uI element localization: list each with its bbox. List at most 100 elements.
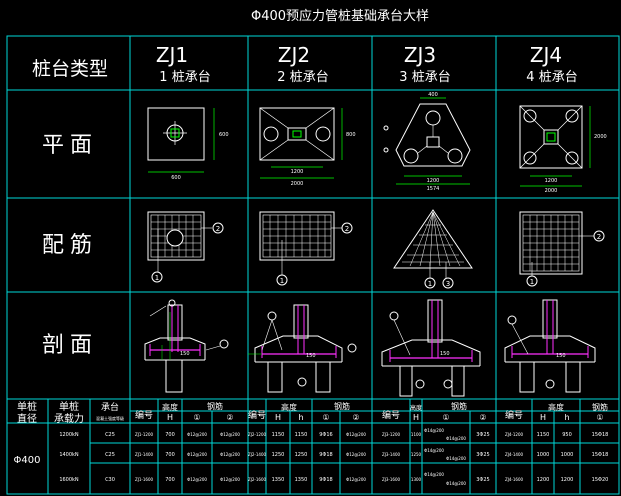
zj1-code-2: ZJ1-1400 — [135, 452, 154, 457]
zj4-h-1: 950 — [562, 432, 572, 438]
section-dim-zj4: 150 — [556, 353, 566, 359]
drawing-sheet: Φ400预应力管桩基础承台大样 桩台类型 ZJ1 1 桩承台 ZJ2 2 桩承台… — [0, 0, 621, 496]
zj1-r2-3: Φ12@200 — [220, 477, 240, 482]
zj2-H-3: 1350 — [272, 477, 285, 483]
zj2-r1-1: 9Φ16 — [319, 432, 332, 438]
dim-zj3-width: 1574 — [427, 186, 440, 192]
zj3-H-2: 1250 — [411, 452, 422, 457]
cell-capacity-2: 1400kN — [59, 452, 79, 458]
zj2-H-1: 1150 — [272, 432, 285, 438]
dim-zj1-height: 600 — [219, 132, 229, 138]
callout-1: 1 — [428, 280, 432, 288]
zj3-r1b-2: Φ14@200 — [446, 456, 466, 461]
type-desc-zj4: 4 桩承台 — [526, 70, 577, 85]
zj1-code-1: ZJ1-1200 — [135, 432, 154, 437]
hdr-h: h — [298, 413, 303, 422]
hdr-r2: ② — [352, 413, 359, 422]
zj2-h-2: 1250 — [295, 452, 308, 458]
zj1-r1-1: Φ12@200 — [187, 432, 207, 437]
zj2-code-3: ZJ2-1600 — [248, 477, 267, 482]
cell-capacity-1: 1200kN — [59, 432, 79, 438]
callout-1: 1 — [155, 274, 159, 282]
zj1-H-1: 700 — [165, 432, 175, 438]
hdr-H: H — [413, 413, 419, 422]
zj1-r1-2: Φ12@200 — [187, 452, 207, 457]
zj3-code-1: ZJ3-1200 — [382, 432, 401, 437]
cell-concrete-2: C25 — [105, 452, 115, 458]
zj4-code-1: ZJ4-1200 — [505, 432, 524, 437]
zj4-h-2: 1000 — [561, 452, 574, 458]
type-desc-zj1: 1 桩承台 — [159, 70, 210, 85]
hdr-rebar: 钢筋 — [592, 402, 608, 412]
hdr-height: 高度 — [548, 402, 564, 412]
zj3-r1-2: Φ14@200 — [424, 448, 444, 453]
zj3-r1b-1: Φ14@200 — [446, 436, 466, 441]
hdr-capacity-a: 单桩 — [59, 400, 79, 413]
zj1-r2-2: Φ12@200 — [220, 452, 240, 457]
hdr-r2: ② — [479, 413, 486, 422]
cell-concrete-3: C30 — [105, 477, 115, 483]
dim-zj2-total: 2000 — [291, 181, 304, 187]
type-code-zj4: ZJ4 — [530, 43, 562, 67]
dim-zj4-span: 1200 — [545, 178, 558, 184]
zj2-r1-2: 9Φ18 — [319, 452, 332, 458]
dim-zj3-mid: 1200 — [427, 178, 440, 184]
type-desc-zj3: 3 桩承台 — [399, 70, 450, 85]
hdr-H: H — [540, 413, 546, 422]
hdr-H: H — [275, 413, 281, 422]
dim-zj2-span: 1200 — [291, 169, 304, 175]
zj2-code-1: ZJ2-1200 — [248, 432, 267, 437]
type-code-zj1: ZJ1 — [156, 43, 188, 67]
hdr-H: H — [167, 413, 173, 422]
hdr-height: 高度 — [281, 402, 297, 412]
cell-capacity-3: 1600kN — [59, 477, 79, 483]
hdr-diameter-a: 单桩 — [17, 400, 37, 413]
zj1-code-3: ZJ1-1600 — [135, 477, 154, 482]
type-desc-zj2: 2 桩承台 — [277, 70, 328, 85]
hdr-rebar: 钢筋 — [451, 401, 467, 411]
zj3-r2-2: 3Φ25 — [476, 452, 489, 458]
section-dim-zj2: 150 — [306, 353, 316, 359]
zj2-H-2: 1250 — [272, 452, 285, 458]
hdr-r1: ① — [442, 413, 449, 422]
hdr-concrete-b: 混凝土强度等级 — [96, 415, 124, 421]
hdr-capacity-b: 承载力 — [54, 412, 84, 425]
zj4-r1-1: 15Φ18 — [592, 432, 609, 438]
callout-2: 2 — [345, 225, 349, 233]
type-code-zj3: ZJ3 — [404, 43, 436, 67]
dim-zj1-width: 600 — [171, 175, 181, 181]
zj4-r1-2: 15Φ18 — [592, 452, 609, 458]
row-label-section: 剖面 — [42, 333, 98, 358]
zj1-H-2: 700 — [165, 452, 175, 458]
row-label-plan: 平面 — [42, 133, 98, 158]
hdr-height: 高度 — [410, 404, 422, 412]
section-dim-zj3: 150 — [440, 351, 450, 357]
hdr-code: 编号 — [505, 409, 523, 421]
zj4-h-3: 1200 — [561, 477, 574, 483]
drawing-title: Φ400预应力管桩基础承台大样 — [251, 8, 429, 24]
hdr-code: 编号 — [382, 409, 400, 421]
zj3-r1-1: Φ14@200 — [424, 428, 444, 433]
hdr-rebar: 钢筋 — [334, 401, 350, 411]
hdr-r1: ① — [322, 413, 329, 422]
hdr-rebar: 钢筋 — [207, 401, 223, 411]
zj2-r2-1: Φ12@200 — [346, 432, 366, 437]
zj1-H-3: 700 — [165, 477, 175, 483]
zj4-H-3: 1200 — [537, 477, 550, 483]
zj2-code-2: ZJ2-1400 — [248, 452, 267, 457]
row-label-type: 桩台类型 — [32, 58, 108, 80]
zj3-r2-3: 3Φ25 — [476, 477, 489, 483]
dim-zj4-height: 2000 — [594, 134, 607, 140]
hdr-code: 编号 — [135, 409, 153, 421]
dim-zj4-total: 2000 — [545, 188, 558, 194]
zj4-code-2: ZJ4-1400 — [505, 452, 524, 457]
zj3-r1b-3: Φ14@200 — [446, 481, 466, 486]
callout-1: 1 — [530, 278, 534, 286]
zj3-H-1: 1100 — [411, 432, 422, 437]
zj1-r2-1: Φ12@200 — [220, 432, 240, 437]
row-label-rebar: 配筋 — [42, 233, 98, 258]
callout-3: 3 — [446, 280, 450, 288]
hdr-code: 编号 — [248, 409, 266, 421]
zj3-code-2: ZJ3-1400 — [382, 452, 401, 457]
zj3-code-3: ZJ3-1600 — [382, 477, 401, 482]
